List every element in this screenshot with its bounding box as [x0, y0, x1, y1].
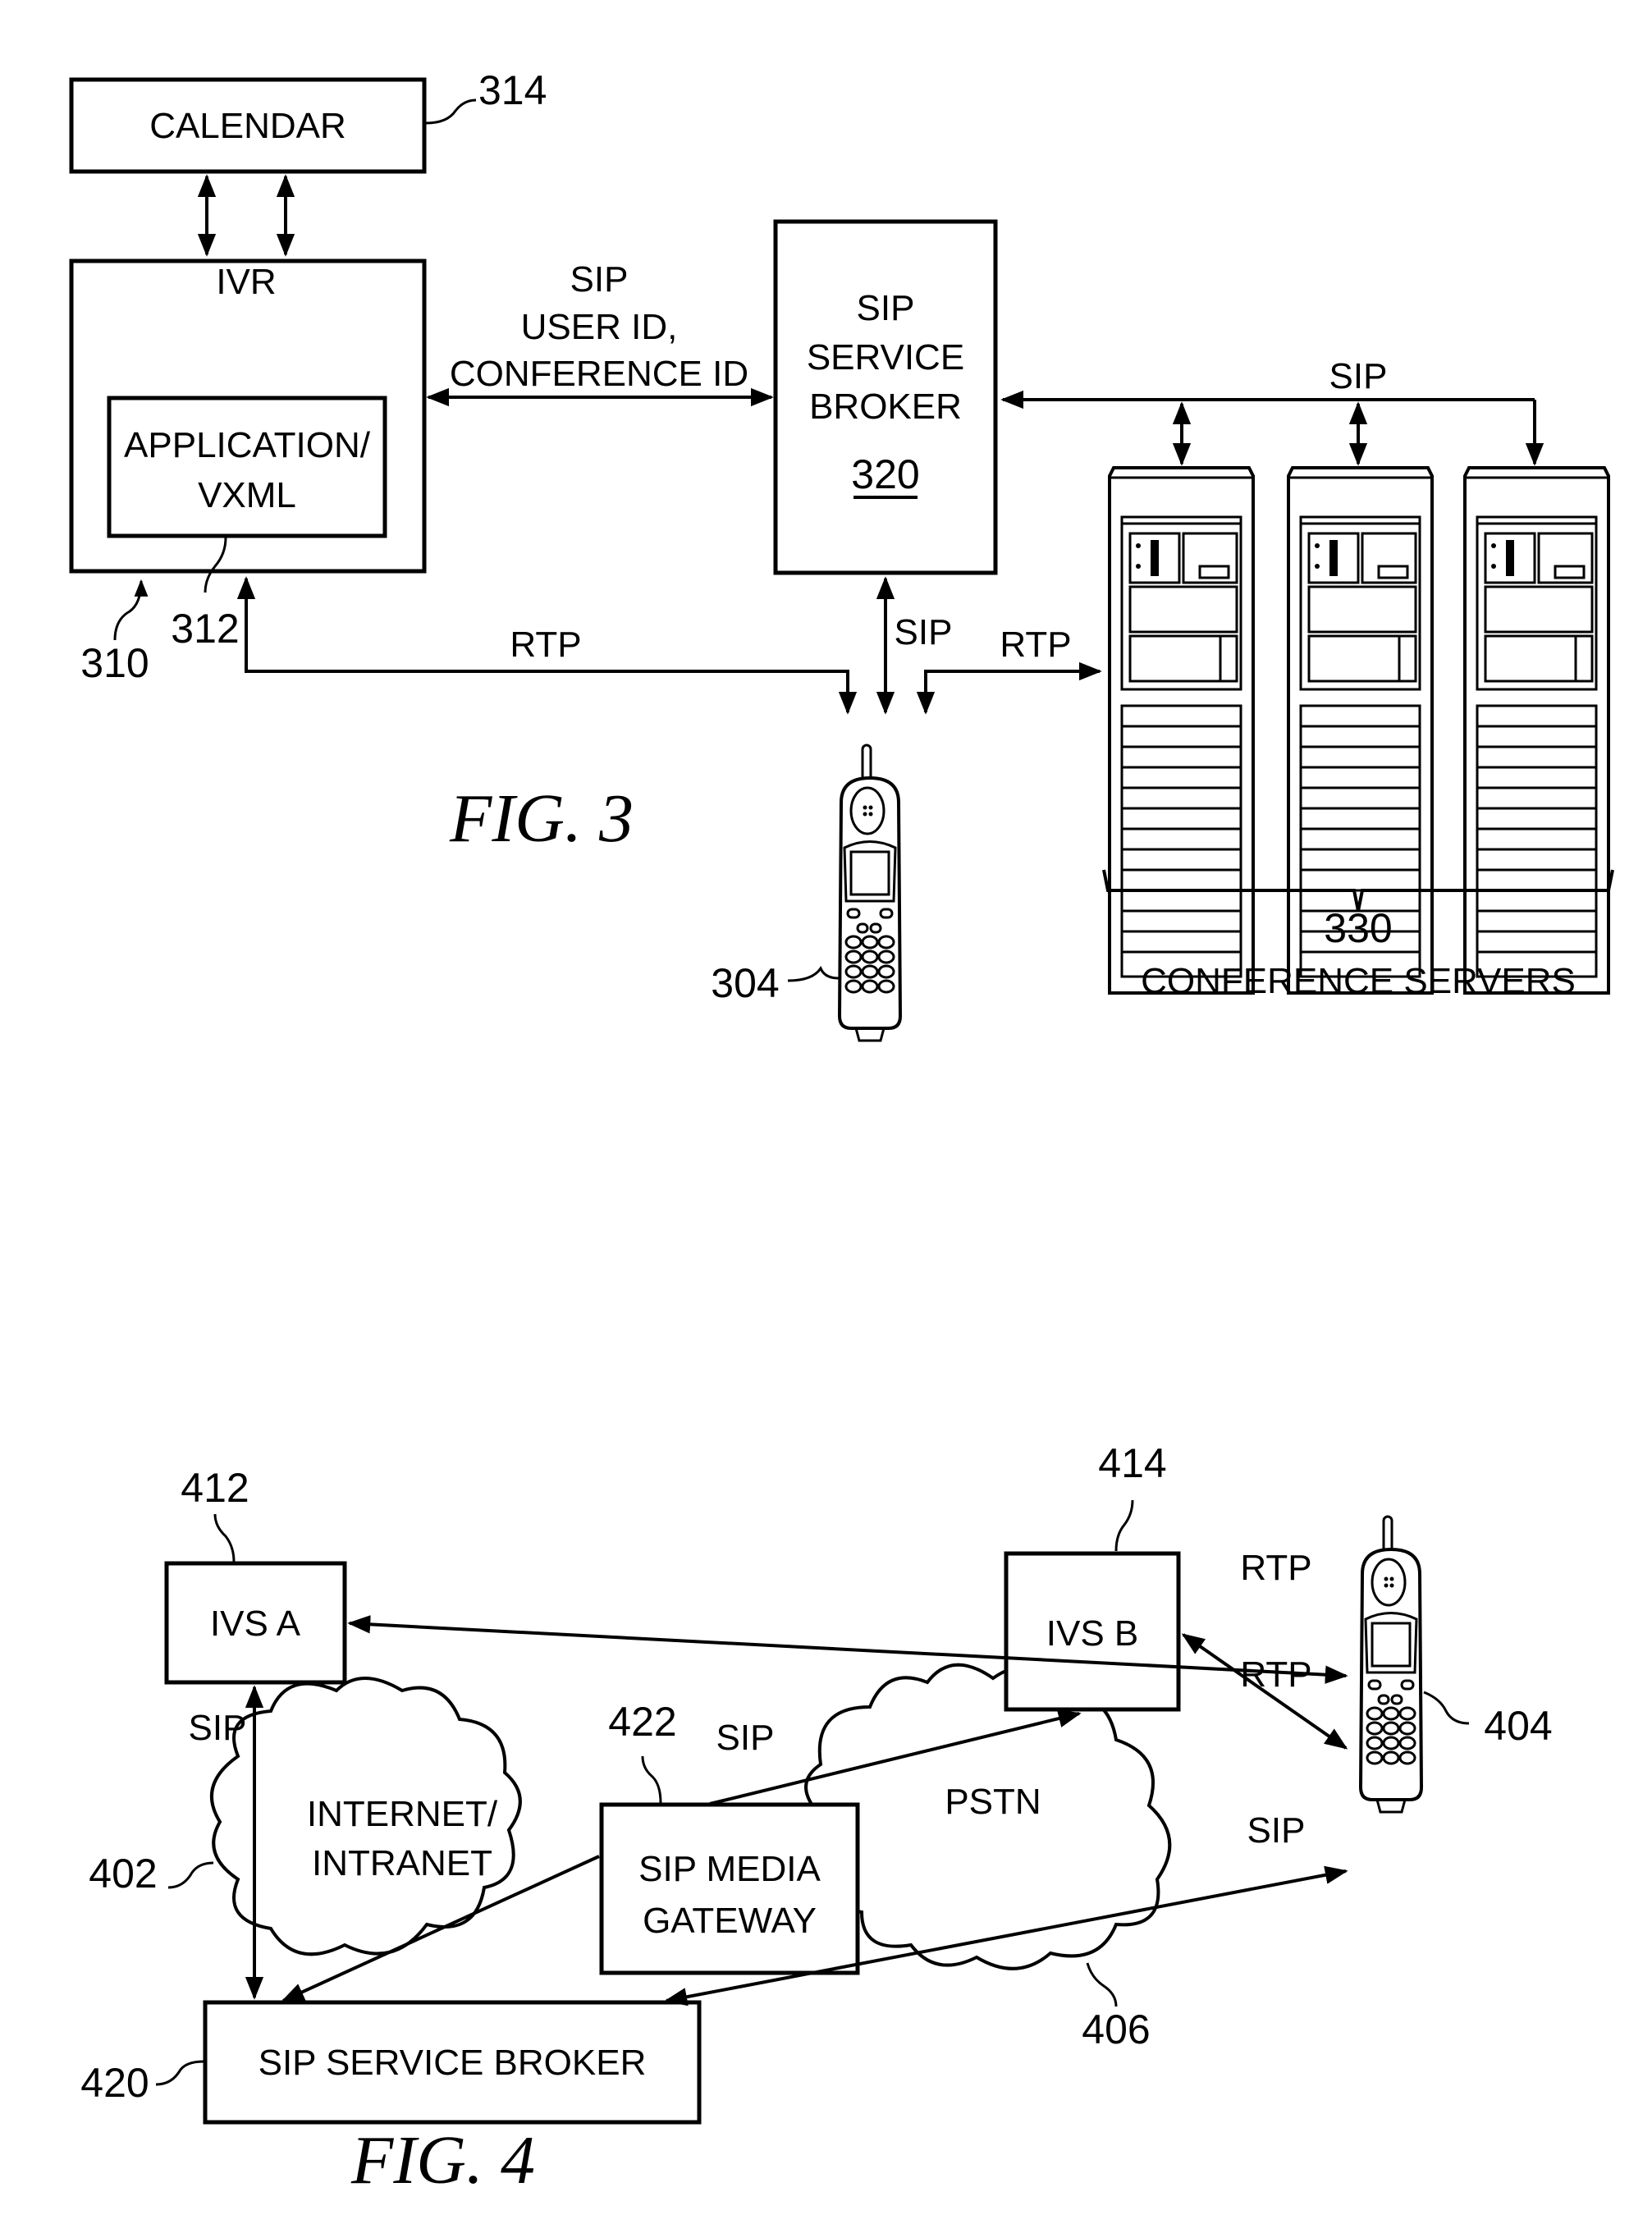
sip-service-broker-420-block: SIP SERVICE BROKER 420	[80, 2000, 702, 2125]
ref-406: 406	[1082, 2006, 1150, 2052]
sip-service-broker-block: SIP SERVICE BROKER 320	[773, 219, 998, 575]
ivs-b-block: IVS B 414	[1004, 1440, 1181, 1712]
pstn-label: PSTN	[945, 1782, 1041, 1822]
ref-414: 414	[1098, 1440, 1166, 1486]
figure-4-caption: FIG. 4	[350, 2122, 535, 2199]
ivs-a-block: IVS A 412	[164, 1465, 347, 1685]
ivr-title: IVR	[216, 262, 276, 302]
patent-drawing-sheet: CALENDAR 314 IVR APPLICATION/ VXML 312 3…	[69, 67, 1614, 2199]
gateway-line2: GATEWAY	[643, 1901, 817, 1941]
sip-ivs-a-label: SIP	[189, 1708, 247, 1748]
vxml-label: VXML	[198, 475, 296, 515]
ref-314: 314	[478, 67, 547, 113]
sip-gateway-label: SIP	[716, 1718, 775, 1758]
gateway-line1: SIP MEDIA	[638, 1849, 821, 1889]
ivsb-phone-rtp-arrow	[1181, 1633, 1348, 1750]
broker-servers-sip-label: SIP	[1329, 356, 1388, 396]
ivr-broker-label-sip: SIP	[570, 259, 629, 300]
ref-330: 330	[1324, 905, 1392, 951]
internet-cloud: INTERNET/ INTRANET 402	[89, 1677, 522, 1956]
ref-leader-314	[425, 98, 477, 125]
ivsa-phone-rtp-arrow	[347, 1615, 1348, 1684]
ref-304: 304	[711, 960, 779, 1006]
ivs-a-label: IVS A	[210, 1604, 301, 1644]
broker-line3: BROKER	[809, 387, 962, 427]
application-label: APPLICATION/	[124, 425, 371, 465]
figure-3-caption: FIG. 3	[449, 780, 634, 857]
rtp-ivs-a-label: RTP	[1240, 1654, 1311, 1695]
ref-402: 402	[89, 1851, 157, 1897]
rtp-phone-servers-arrow	[916, 661, 1102, 715]
rtp-servers-label: RTP	[1000, 625, 1071, 665]
mobile-phone-404	[1359, 1515, 1423, 1814]
ref-310: 310	[80, 640, 149, 686]
ref-leader-414	[1114, 1499, 1134, 1552]
conference-server-1	[1108, 466, 1255, 995]
calendar-block: CALENDAR 314	[69, 67, 547, 174]
ivr-broker-label-userid: USER ID,	[521, 307, 678, 347]
ivr-broker-label-confid: CONFERENCE ID	[450, 354, 748, 394]
internet-line1: INTERNET/	[307, 1794, 498, 1834]
calendar-label: CALENDAR	[149, 106, 346, 146]
rtp-ivs-b-label: RTP	[1240, 1548, 1311, 1588]
rtp-ivr-label: RTP	[510, 625, 581, 665]
ref-leader-422	[641, 1755, 662, 1804]
ivs-b-label: IVS B	[1046, 1613, 1139, 1654]
sip-phone-label: SIP	[895, 612, 953, 652]
broker-420-label: SIP SERVICE BROKER	[259, 2043, 647, 2083]
mobile-phone-304	[838, 744, 902, 1042]
ref-leader-412	[213, 1513, 236, 1563]
ref-leader-406	[1086, 1962, 1118, 2007]
internet-line2: INTRANET	[312, 1843, 492, 1883]
ref-leader-420	[155, 2060, 204, 2086]
ref-412: 412	[181, 1465, 249, 1511]
ref-leader-404	[1423, 1691, 1470, 1725]
ref-312: 312	[171, 606, 239, 652]
broker-line1: SIP	[857, 288, 915, 328]
ref-leader-402	[167, 1861, 214, 1889]
conference-servers-label: CONFERENCE SERVERS	[1141, 961, 1576, 1001]
figure-4: INTERNET/ INTRANET 402 PSTN 406 IVS A 41…	[80, 1440, 1552, 2199]
conference-servers: 330 CONFERENCE SERVERS	[1102, 466, 1614, 1001]
ref-422: 422	[608, 1699, 676, 1745]
broker-line2: SERVICE	[807, 337, 964, 378]
sip-phone-label-fig4: SIP	[1247, 1810, 1306, 1851]
ref-leader-310	[113, 579, 149, 641]
figure-3: CALENDAR 314 IVR APPLICATION/ VXML 312 3…	[69, 67, 1614, 1042]
ref-320: 320	[851, 451, 919, 497]
conference-server-3	[1463, 466, 1610, 995]
ref-404: 404	[1484, 1703, 1552, 1749]
ref-420: 420	[80, 2060, 149, 2106]
ref-leader-304	[787, 965, 840, 982]
